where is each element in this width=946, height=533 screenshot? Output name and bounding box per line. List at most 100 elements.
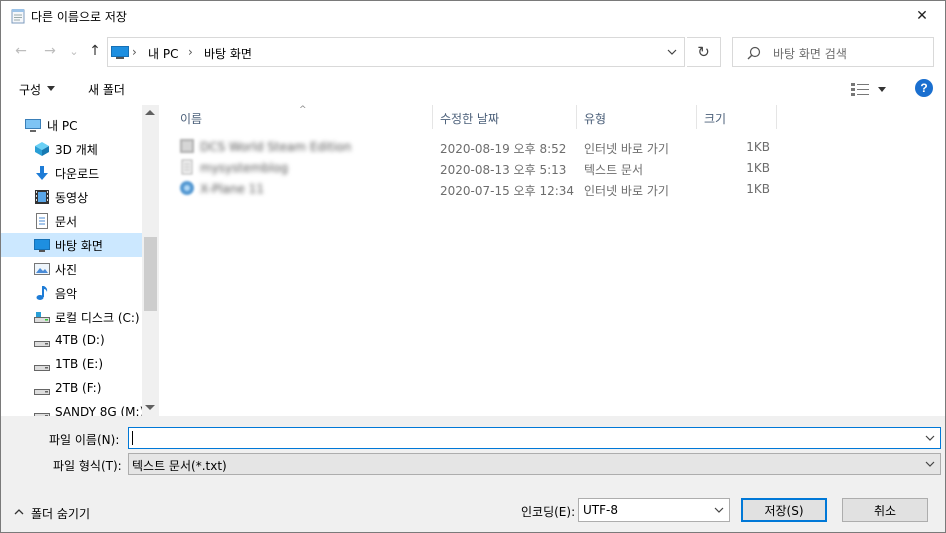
up-button[interactable]: ↑: [86, 41, 104, 61]
sidebar-item-music[interactable]: 음악: [1, 281, 142, 305]
file-size: 1KB: [746, 140, 770, 154]
column-header-size[interactable]: 크기: [697, 105, 777, 129]
recent-locations-button[interactable]: ⌄: [65, 41, 83, 61]
navigation-bar: ← → ⌄ ↑ › 내 PC › 바탕 화면 ↻ 바탕 화면 검색: [1, 35, 945, 69]
search-placeholder: 바탕 화면 검색: [773, 47, 847, 61]
notepad-icon: [11, 9, 25, 24]
search-box[interactable]: 바탕 화면 검색: [732, 37, 934, 67]
encoding-value: UTF-8: [583, 503, 618, 517]
file-row[interactable]: DCS World Steam Edition 2020-08-19 오후 8:…: [160, 136, 945, 157]
sidebar-item-pictures[interactable]: 사진: [1, 257, 142, 281]
sidebar-item-drive-c[interactable]: 로컬 디스크 (C:): [1, 305, 142, 329]
sidebar-item-documents[interactable]: 문서: [1, 209, 142, 233]
address-bar[interactable]: › 내 PC › 바탕 화면: [107, 37, 685, 67]
save-options-panel: 파일 이름(N): 파일 형식(T): 텍스트 문서(*.txt) 폴더 숨기기…: [1, 416, 945, 532]
downloads-icon: [36, 166, 48, 180]
hide-folders-button[interactable]: 폴더 숨기기: [31, 505, 90, 522]
up-arrow-icon: ↑: [89, 43, 101, 59]
column-header-label: 크기: [704, 112, 727, 126]
drive-icon: [34, 365, 50, 371]
command-toolbar: 구성 새 폴더 ?: [1, 73, 945, 105]
desktop-icon: [34, 239, 50, 252]
forward-button[interactable]: →: [41, 41, 59, 61]
chevron-down-icon[interactable]: [666, 46, 678, 58]
drive-icon: [34, 312, 50, 323]
music-icon: [36, 286, 48, 300]
file-row[interactable]: X-Plane 11 2020-07-15 오후 12:34 인터넷 바로 가기…: [160, 178, 945, 199]
chevron-down-icon[interactable]: [924, 432, 936, 444]
file-date: 2020-07-15 오후 12:34: [440, 184, 575, 198]
file-row[interactable]: mysystemblog 2020-08-13 오후 5:13 텍스트 문서 1…: [160, 157, 945, 178]
breadcrumb-separator: ›: [132, 45, 137, 59]
refresh-button[interactable]: ↻: [687, 37, 721, 67]
encoding-select[interactable]: UTF-8: [578, 498, 730, 522]
column-header-label: 유형: [584, 112, 607, 126]
breadcrumb-pc[interactable]: 내 PC: [148, 45, 178, 62]
pc-icon: [111, 46, 129, 59]
text-document-icon: [181, 159, 193, 175]
sidebar-item-3d-objects[interactable]: 3D 개체: [1, 137, 142, 161]
close-icon: ✕: [916, 8, 928, 24]
close-button[interactable]: ✕: [907, 1, 937, 31]
sidebar-item-label: 3D 개체: [55, 143, 98, 157]
sidebar-item-desktop[interactable]: 바탕 화면: [1, 233, 142, 257]
filetype-value: 텍스트 문서(*.txt): [132, 459, 227, 473]
title-bar: 다른 이름으로 저장 ✕: [1, 1, 945, 31]
view-options-icon[interactable]: [851, 82, 869, 96]
filename-input[interactable]: [128, 427, 941, 449]
drive-icon: [34, 341, 50, 347]
caret-down-icon[interactable]: [878, 87, 886, 92]
scroll-up-icon[interactable]: [145, 110, 155, 115]
drive-icon: [34, 413, 50, 416]
cancel-button[interactable]: 취소: [842, 498, 928, 522]
chevron-up-icon[interactable]: [14, 508, 24, 516]
window-title: 다른 이름으로 저장: [31, 10, 127, 24]
chevron-down-icon: [925, 461, 935, 467]
scroll-thumb[interactable]: [144, 237, 157, 311]
sidebar-item-downloads[interactable]: 다운로드: [1, 161, 142, 185]
breadcrumb-desktop[interactable]: 바탕 화면: [204, 45, 252, 62]
file-date: 2020-08-13 오후 5:13: [440, 163, 567, 177]
new-folder-button[interactable]: 새 폴더: [88, 81, 125, 98]
help-icon[interactable]: ?: [915, 79, 933, 97]
forward-arrow-icon: →: [44, 43, 56, 59]
column-header-modified[interactable]: 수정한 날짜: [433, 105, 577, 129]
sidebar-item-label: 내 PC: [47, 119, 78, 133]
sidebar-item-drive-e[interactable]: 1TB (E:): [1, 353, 142, 377]
back-button[interactable]: ←: [12, 41, 30, 61]
sidebar-scrollbar[interactable]: [142, 105, 159, 416]
sidebar-item-drive-d[interactable]: 4TB (D:): [1, 329, 142, 353]
save-button[interactable]: 저장(S): [741, 498, 827, 522]
file-size: 1KB: [746, 182, 770, 196]
scroll-down-icon[interactable]: [145, 405, 155, 410]
sidebar-item-label: 1TB (E:): [55, 357, 103, 371]
filetype-select[interactable]: 텍스트 문서(*.txt): [128, 453, 941, 475]
save-as-dialog: 다른 이름으로 저장 ✕ ← → ⌄ ↑ › 내 PC › 바탕 화면 ↻ 바탕…: [0, 0, 946, 533]
text-cursor: [132, 431, 133, 445]
sidebar-item-drive-m[interactable]: SANDY 8G (M:): [1, 401, 144, 416]
sidebar-item-drive-f[interactable]: 2TB (F:): [1, 377, 142, 401]
column-header-name[interactable]: 이름: [160, 105, 433, 129]
column-header-type[interactable]: 유형: [577, 105, 697, 129]
file-name: mysystemblog: [200, 161, 289, 175]
internet-shortcut-icon: [180, 181, 194, 195]
pictures-icon: [34, 263, 50, 275]
chevron-down-icon: ⌄: [69, 44, 79, 58]
sidebar-item-label: 다운로드: [55, 167, 100, 181]
search-icon: [747, 46, 761, 60]
save-button-label: 저장(S): [764, 503, 804, 518]
file-type: 텍스트 문서: [584, 163, 644, 177]
file-name: DCS World Steam Edition: [200, 140, 352, 154]
file-name: X-Plane 11: [200, 182, 264, 196]
sidebar-item-label: 2TB (F:): [55, 381, 102, 395]
sidebar-item-label: 동영상: [55, 191, 89, 205]
refresh-icon: ↻: [697, 43, 710, 61]
file-date: 2020-08-19 오후 8:52: [440, 142, 567, 156]
column-header-label: 수정한 날짜: [440, 112, 500, 126]
caret-down-icon: [47, 86, 55, 91]
file-type: 인터넷 바로 가기: [584, 142, 669, 156]
file-list: ^ 이름 수정한 날짜 유형 크기 DCS World Steam Editio…: [160, 105, 945, 416]
sidebar-item-videos[interactable]: 동영상: [1, 185, 142, 209]
sidebar-item-pc[interactable]: 내 PC: [1, 113, 142, 137]
organize-button[interactable]: 구성: [19, 81, 41, 98]
